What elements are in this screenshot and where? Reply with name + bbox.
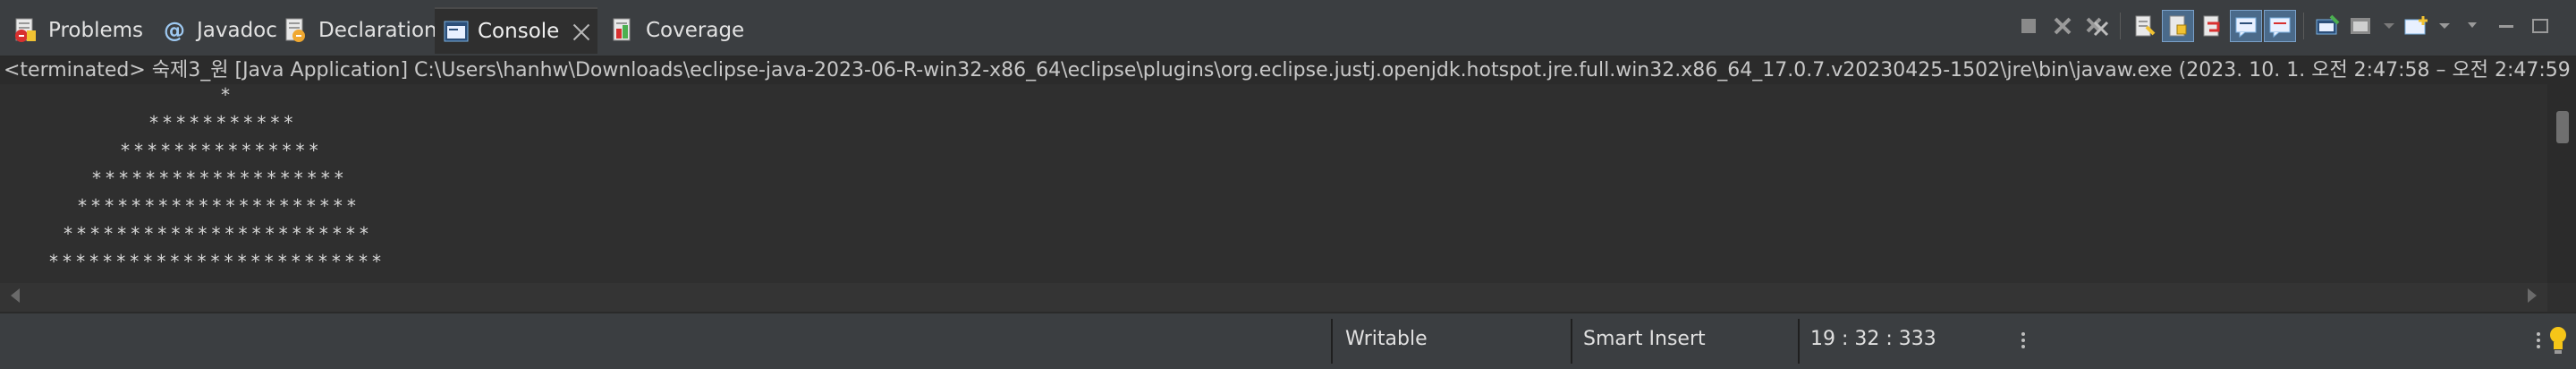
tab-console[interactable]: Console [435, 7, 597, 54]
maximize-icon[interactable] [2524, 10, 2556, 42]
terminate-icon[interactable] [2012, 10, 2045, 42]
status-divider [1571, 319, 1572, 364]
console-description: <terminated> 숙제3_원 [Java Application] C:… [0, 57, 2576, 84]
console-line: ********************* [77, 195, 360, 217]
tab-javadoc[interactable]: @ Javadoc [152, 7, 286, 54]
toolbar-separator [2303, 13, 2304, 39]
vertical-scrollbar[interactable] [2547, 84, 2576, 283]
tab-coverage[interactable]: Coverage [601, 7, 753, 54]
status-divider [1798, 319, 1800, 364]
pin-console-icon[interactable] [2311, 10, 2343, 42]
status-overflow-icon[interactable] [2537, 330, 2540, 351]
coverage-icon [610, 17, 637, 44]
console-line: ******************* [91, 167, 347, 189]
scroll-left-icon[interactable] [11, 288, 20, 303]
open-console-icon[interactable] [2401, 10, 2433, 42]
console-line: ************************* [48, 251, 386, 272]
chevron-down-icon[interactable] [2379, 10, 2399, 42]
status-overflow-icon[interactable] [2021, 330, 2025, 351]
show-console-on-stdout-icon[interactable] [2230, 10, 2262, 42]
tab-declaration[interactable]: Declaration [274, 7, 446, 54]
minimize-icon[interactable] [2490, 10, 2522, 42]
status-bar: Writable Smart Insert 19 : 32 : 333 [0, 312, 2576, 369]
console-line: *************** [120, 140, 322, 161]
scroll-lock-icon[interactable] [2162, 10, 2194, 42]
horizontal-scrollbar[interactable] [0, 283, 2547, 312]
declaration-icon [283, 17, 309, 44]
view-tab-bar: Problems @ Javadoc Declaration Console C… [0, 0, 2576, 57]
view-menu-icon[interactable] [2456, 10, 2488, 42]
problems-icon [13, 17, 39, 44]
console-line: *********** [148, 112, 297, 133]
scrollbar-thumb[interactable] [2556, 111, 2569, 143]
console-line: *********************** [63, 223, 372, 245]
remove-launch-icon[interactable] [2046, 10, 2079, 42]
word-wrap-icon[interactable] [2196, 10, 2228, 42]
console-output[interactable]: * *********** *************** **********… [0, 84, 2547, 283]
tab-label: Problems [48, 19, 144, 42]
console-line: * [220, 84, 234, 106]
tab-label: Coverage [646, 19, 745, 42]
console-icon [444, 18, 469, 45]
insert-mode-status[interactable]: Smart Insert [1583, 328, 1706, 350]
chevron-down-icon[interactable] [2435, 10, 2454, 42]
scroll-right-icon[interactable] [2528, 288, 2537, 303]
cursor-position-status: 19 : 32 : 333 [1810, 328, 1936, 350]
display-selected-console-icon[interactable] [2345, 10, 2377, 42]
tab-label: Declaration [318, 19, 437, 42]
tab-label: Javadoc [197, 19, 277, 42]
tab-label: Console [478, 20, 560, 43]
status-divider [1331, 319, 1333, 364]
show-console-on-stderr-icon[interactable] [2264, 10, 2296, 42]
console-toolbar [2012, 7, 2556, 45]
tab-problems[interactable]: Problems [4, 7, 152, 54]
clear-console-icon[interactable] [2128, 10, 2160, 42]
remove-all-terminated-icon[interactable] [2080, 10, 2113, 42]
toolbar-separator [2120, 13, 2121, 39]
close-icon[interactable] [572, 21, 589, 41]
lightbulb-icon[interactable] [2547, 324, 2569, 362]
writable-status: Writable [1345, 328, 1428, 350]
javadoc-icon: @ [164, 18, 185, 43]
